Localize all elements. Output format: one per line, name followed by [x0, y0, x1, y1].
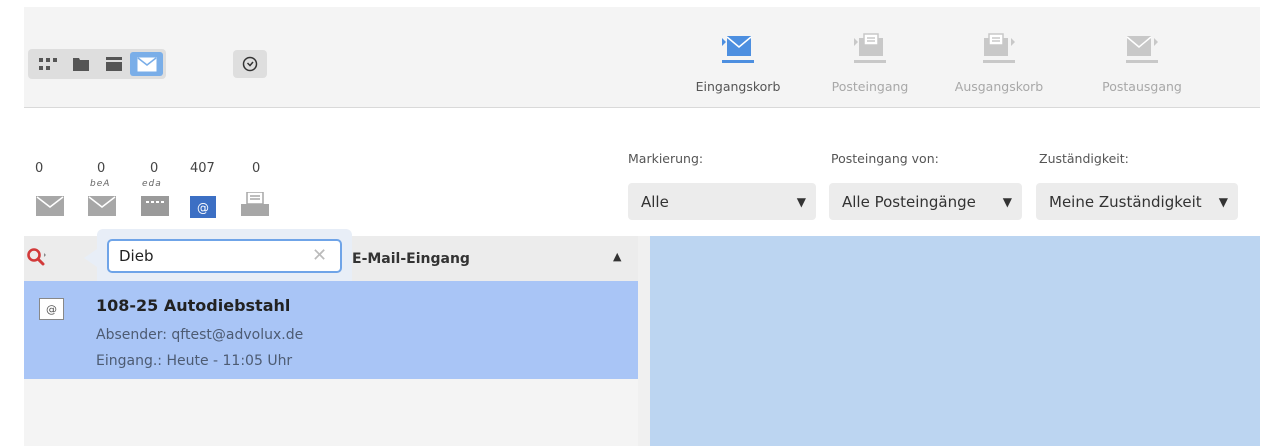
svg-text:@: @: [197, 201, 209, 215]
counter-bea: 0: [97, 161, 106, 176]
markierung-label: Markierung:: [628, 151, 704, 166]
toolbar: Eingangskorb Posteingang Ausgangskorb Po…: [24, 7, 1260, 108]
chevron-down-icon: ▼: [1002, 194, 1012, 209]
counter-sublabel: eda: [142, 179, 162, 189]
zustaendigkeit-select[interactable]: Meine Zuständigkeit ▼: [1036, 183, 1238, 220]
zustaendigkeit-label: Zuständigkeit:: [1039, 151, 1129, 166]
email-type-icon: @: [39, 298, 64, 320]
counter-fax: 0: [252, 161, 261, 176]
sort-ascending-icon[interactable]: ▲: [613, 250, 621, 263]
history-button[interactable]: [233, 50, 267, 78]
chevron-down-icon: ▼: [796, 194, 806, 209]
counter-envelope: 0: [35, 161, 44, 176]
view-switcher: [28, 49, 166, 79]
chevron-down-icon: ▼: [1218, 194, 1228, 209]
search-toggle-icon[interactable]: [26, 247, 48, 269]
envelope-icon[interactable]: [36, 196, 64, 216]
counter-email: 407: [190, 161, 215, 176]
mailbox-label: Ausgangskorb: [954, 79, 1044, 94]
posteingang-von-value: Alle Posteingänge: [842, 192, 976, 211]
mail-icon: [137, 56, 156, 71]
mailbox-eingangskorb[interactable]: Eingangskorb: [678, 33, 798, 94]
list-title: E-Mail-Eingang: [352, 251, 470, 267]
preview-pane: [650, 236, 1260, 446]
folder-view-button[interactable]: [64, 52, 97, 76]
mailbox-postausgang[interactable]: Postausgang: [1082, 33, 1202, 94]
posteingang-von-label: Posteingang von:: [831, 151, 939, 166]
mailbox-label: Postausgang: [1102, 79, 1182, 94]
email-at-icon[interactable]: @: [190, 196, 216, 218]
clock-icon: [242, 56, 258, 72]
eda-icon[interactable]: [141, 196, 169, 216]
posteingang-von-select[interactable]: Alle Posteingänge ▼: [829, 183, 1022, 220]
list-item[interactable]: @ 108-25 Autodiebstahl Absender: qftest@…: [24, 281, 638, 379]
pane-splitter[interactable]: [638, 236, 650, 446]
grid-icon: [38, 58, 57, 70]
clear-search-icon[interactable]: ✕: [312, 245, 327, 266]
zustaendigkeit-value: Meine Zuständigkeit: [1049, 192, 1202, 211]
mail-sender: Absender: qftest@advolux.de: [96, 327, 304, 343]
card-icon: [105, 57, 122, 71]
mail-view-button[interactable]: [130, 52, 163, 76]
mailbox-posteingang[interactable]: Posteingang: [810, 33, 930, 94]
search-popup: ✕: [84, 229, 352, 288]
counter-sublabel: beA: [90, 179, 111, 189]
mailbox-label: Eingangskorb: [695, 79, 781, 94]
markierung-select[interactable]: Alle ▼: [628, 183, 816, 220]
mailbox-label: Posteingang: [831, 79, 909, 94]
card-view-button[interactable]: [97, 52, 130, 76]
markierung-value: Alle: [641, 192, 669, 211]
fax-icon[interactable]: [241, 192, 269, 216]
outbox-mail-out-icon: [1126, 36, 1158, 63]
grid-view-button[interactable]: [31, 52, 64, 76]
search-input[interactable]: [107, 239, 342, 273]
outbox-doc-out-icon: [983, 33, 1015, 63]
list-empty-area: [24, 379, 638, 446]
folder-icon: [72, 58, 89, 71]
counter-eda: 0: [150, 161, 159, 176]
inbox-tray-in-icon: [722, 36, 754, 63]
window-top-margin: [0, 0, 1277, 7]
mail-subject: 108-25 Autodiebstahl: [96, 296, 291, 315]
bea-envelope-icon[interactable]: [88, 196, 116, 216]
inbox-doc-in-icon: [854, 33, 886, 63]
mail-date: Eingang.: Heute - 11:05 Uhr: [96, 353, 293, 369]
mailbox-ausgangskorb[interactable]: Ausgangskorb: [939, 33, 1059, 94]
